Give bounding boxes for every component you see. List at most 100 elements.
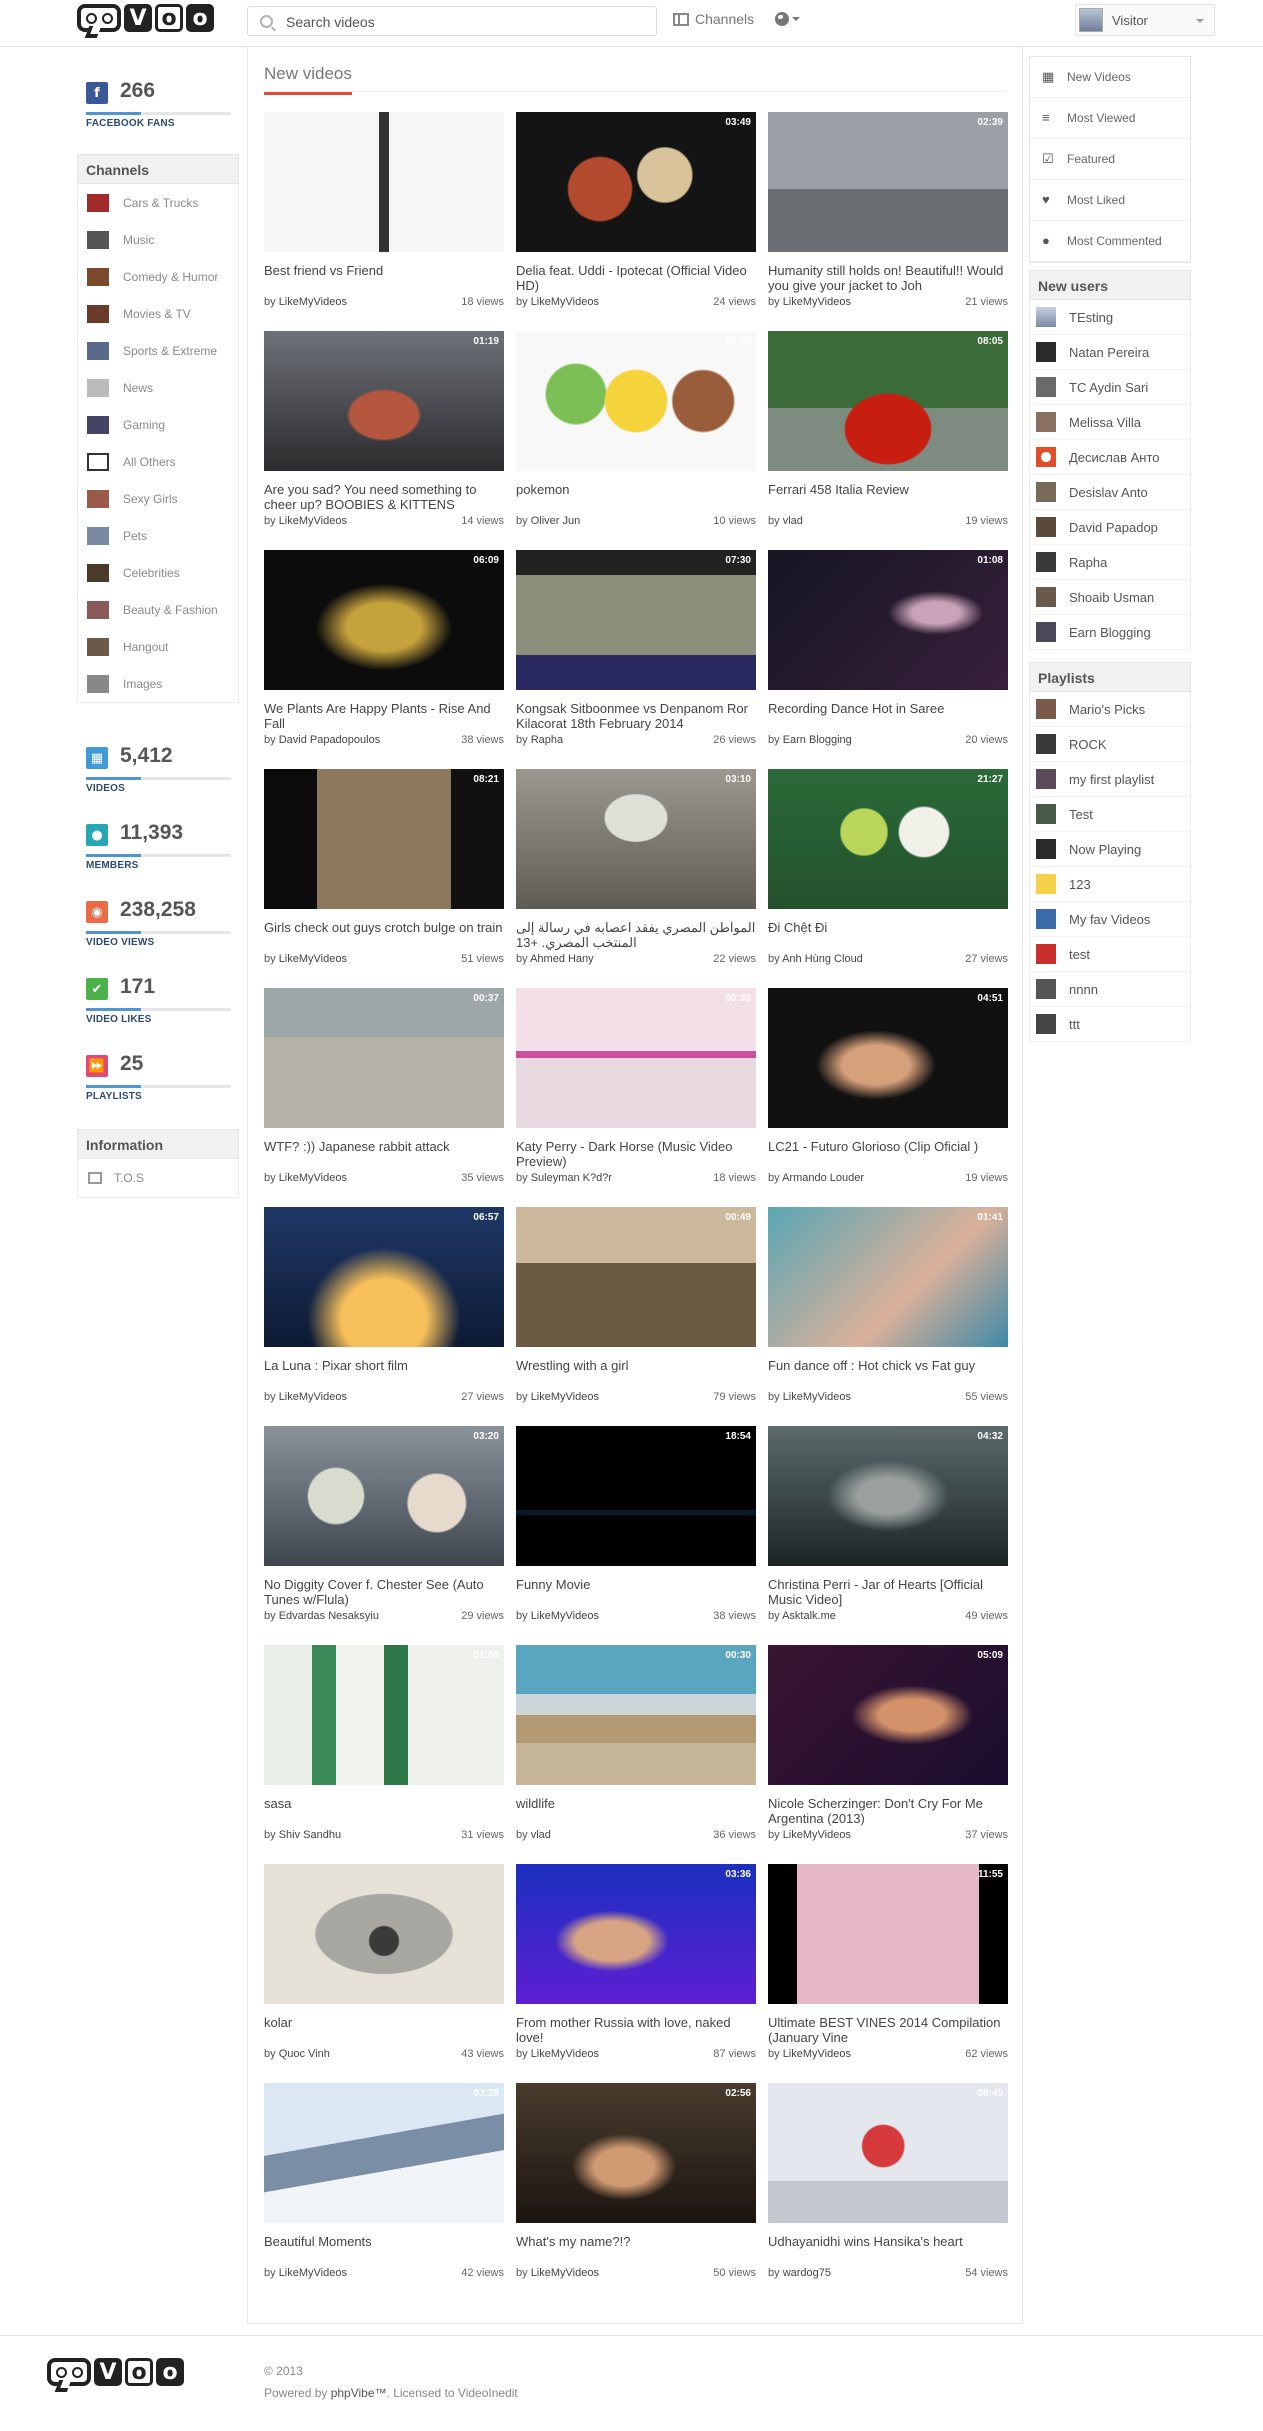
video-title-link[interactable]: Best friend vs Friend (264, 263, 504, 278)
video-title-link[interactable]: We Plants Are Happy Plants - Rise And Fa… (264, 701, 504, 731)
channel-item[interactable]: Hangout (78, 628, 238, 665)
video-card[interactable]: 06:09 We Plants Are Happy Plants - Rise A… (264, 550, 504, 760)
user-item[interactable]: Десислав Анто (1029, 440, 1191, 475)
channels-button[interactable]: Channels (673, 11, 754, 27)
video-title-link[interactable]: Katy Perry - Dark Horse (Music Video Pre… (516, 1139, 756, 1169)
video-title-link[interactable]: kolar (264, 2015, 504, 2030)
playlist-item[interactable]: nnnn (1029, 972, 1191, 1007)
video-thumbnail[interactable]: 02:39 (768, 112, 1008, 252)
channel-item[interactable]: Pets (78, 517, 238, 554)
user-item[interactable]: Melissa Villa (1029, 405, 1191, 440)
video-title-link[interactable]: المواطن المصري يفقد اعصابه في رسالة إلى … (516, 920, 756, 950)
channel-item[interactable]: Beauty & Fashion (78, 591, 238, 628)
video-thumbnail[interactable]: 06:57 (264, 1207, 504, 1347)
video-card[interactable]: 03:20 No Diggity Cover f. Chester See (Au… (264, 1426, 504, 1636)
video-title-link[interactable]: Ultimate BEST VINES 2014 Compilation (Ja… (768, 2015, 1008, 2045)
video-thumbnail[interactable]: 01:19 (264, 331, 504, 471)
video-thumbnail[interactable]: 04:51 (768, 988, 1008, 1128)
video-title-link[interactable]: WTF? :)) Japanese rabbit attack (264, 1139, 504, 1154)
video-title-link[interactable]: Nicole Scherzinger: Don't Cry For Me Arg… (768, 1796, 1008, 1826)
video-thumbnail[interactable]: 05:09 (768, 1645, 1008, 1785)
author-link[interactable]: Edvardas Nesaksyiu (279, 1610, 379, 1622)
playlist-item[interactable]: ttt (1029, 1007, 1191, 1042)
user-item[interactable]: David Papadop (1029, 510, 1191, 545)
author-link[interactable]: LikeMyVideos (531, 1391, 599, 1403)
video-card[interactable]: 05:09 Nicole Scherzinger: Don't Cry For M… (768, 1645, 1008, 1855)
video-title-link[interactable]: La Luna : Pixar short film (264, 1358, 504, 1373)
video-thumbnail[interactable]: 06:09 (264, 550, 504, 690)
video-card[interactable]: 01:19 Are you sad? You need something to … (264, 331, 504, 541)
video-card[interactable]: 21:27 Đi Chệt Đi by Anh Hùng Cloud 27 views (768, 769, 1008, 979)
video-thumbnail[interactable] (264, 112, 504, 252)
video-title-link[interactable]: Udhayanidhi wins Hansika's heart (768, 2234, 1008, 2249)
video-title-link[interactable]: pokemon (516, 482, 756, 497)
author-link[interactable]: Suleyman K?d?r (531, 1172, 612, 1184)
author-link[interactable]: vlad (783, 515, 803, 527)
video-title-link[interactable]: Wrestling with a girl (516, 1358, 756, 1373)
search-input[interactable] (284, 12, 648, 32)
video-card[interactable]: 01:08 Recording Dance Hot in Saree by Earn… (768, 550, 1008, 760)
video-thumbnail[interactable]: 03:10 (516, 769, 756, 909)
channel-item[interactable]: Sports & Extreme (78, 332, 238, 369)
video-card[interactable]: 00:30 wildlife by vlad 36 views (516, 1645, 756, 1855)
video-card[interactable]: 00:30 pokemon by Oliver Jun 10 views (516, 331, 756, 541)
video-title-link[interactable]: Christina Perri - Jar of Hearts [Officia… (768, 1577, 1008, 1607)
user-item[interactable]: Desislav Anto (1029, 475, 1191, 510)
author-link[interactable]: Armando Louder (782, 1172, 864, 1184)
video-title-link[interactable]: Humanity still holds on! Beautiful!! Wou… (768, 263, 1008, 293)
user-item[interactable]: Earn Blogging (1029, 615, 1191, 650)
video-title-link[interactable]: Funny Movie (516, 1577, 756, 1592)
playlist-item[interactable]: Now Playing (1029, 832, 1191, 867)
video-card[interactable]: 00:49 Wrestling with a girl by LikeMyVideo… (516, 1207, 756, 1417)
video-card[interactable]: 03:36 From mother Russia with love, naked… (516, 1864, 756, 2074)
video-thumbnail[interactable]: 00:37 (264, 988, 504, 1128)
author-link[interactable]: Ahmed Hany (530, 953, 594, 965)
video-thumbnail[interactable]: 02:56 (516, 2083, 756, 2223)
video-title-link[interactable]: Đi Chệt Đi (768, 920, 1008, 935)
video-title-link[interactable]: What's my name?!? (516, 2234, 756, 2249)
video-card[interactable]: 00:37 WTF? :)) Japanese rabbit attack by L… (264, 988, 504, 1198)
author-link[interactable]: vlad (531, 1829, 551, 1841)
video-card[interactable]: 18:54 Funny Movie by LikeMyVideos 38 views (516, 1426, 756, 1636)
author-link[interactable]: LikeMyVideos (783, 296, 851, 308)
author-link[interactable]: LikeMyVideos (783, 2048, 851, 2060)
video-card[interactable]: 02:56 What's my name?!? by LikeMyVideos 50 … (516, 2083, 756, 2293)
tos-link[interactable]: T.O.S (77, 1159, 239, 1198)
author-link[interactable]: LikeMyVideos (279, 2267, 347, 2279)
playlist-item[interactable]: my first playlist (1029, 762, 1191, 797)
channel-item[interactable]: Movies & TV (78, 295, 238, 332)
menu-item-new-videos[interactable]: ▦ New Videos (1030, 57, 1190, 98)
video-thumbnail[interactable]: 00:49 (516, 1207, 756, 1347)
video-title-link[interactable]: Fun dance off : Hot chick vs Fat guy (768, 1358, 1008, 1373)
video-card[interactable]: 04:51 LC21 - Futuro Glorioso (Clip Oficia… (768, 988, 1008, 1198)
playlist-item[interactable]: Mario's Picks (1029, 692, 1191, 727)
facebook-fans-stat[interactable]: f 266 FACEBOOK FANS (77, 79, 239, 159)
video-thumbnail[interactable]: 21:27 (768, 769, 1008, 909)
video-thumbnail[interactable]: 00:30 (516, 331, 756, 471)
video-title-link[interactable]: Kongsak Sitboonmee vs Denpanom Ror Kilac… (516, 701, 756, 731)
channel-item[interactable]: Sexy Girls (78, 480, 238, 517)
video-card[interactable]: 11:55 Ultimate BEST VINES 2014 Compilatio… (768, 1864, 1008, 2074)
video-thumbnail[interactable]: 07:30 (516, 550, 756, 690)
channel-item[interactable]: Music (78, 221, 238, 258)
user-item[interactable]: Shoaib Usman (1029, 580, 1191, 615)
author-link[interactable]: LikeMyVideos (279, 1172, 347, 1184)
menu-item-featured[interactable]: ☑ Featured (1030, 139, 1190, 180)
video-card[interactable]: 03:10 المواطن المصري يفقد اعصابه في رسالة… (516, 769, 756, 979)
playlist-item[interactable]: Test (1029, 797, 1191, 832)
author-link[interactable]: LikeMyVideos (531, 2267, 599, 2279)
video-thumbnail[interactable]: 00:33 (516, 988, 756, 1128)
video-card[interactable]: 04:32 Christina Perri - Jar of Hearts [Of… (768, 1426, 1008, 1636)
channel-item[interactable]: Cars & Trucks (78, 184, 238, 221)
video-thumbnail[interactable]: 04:32 (768, 1426, 1008, 1566)
menu-item-most-liked[interactable]: ♥ Most Liked (1030, 180, 1190, 221)
author-link[interactable]: Rapha (531, 734, 563, 746)
user-item[interactable]: TEsting (1029, 300, 1191, 335)
author-link[interactable]: Anh Hùng Cloud (782, 953, 863, 965)
user-item[interactable]: Natan Pereira (1029, 335, 1191, 370)
user-menu[interactable]: Visitor (1075, 4, 1215, 36)
user-item[interactable]: Rapha (1029, 545, 1191, 580)
author-link[interactable]: Oliver Jun (531, 515, 581, 527)
author-link[interactable]: LikeMyVideos (783, 1391, 851, 1403)
author-link[interactable]: LikeMyVideos (783, 1829, 851, 1841)
